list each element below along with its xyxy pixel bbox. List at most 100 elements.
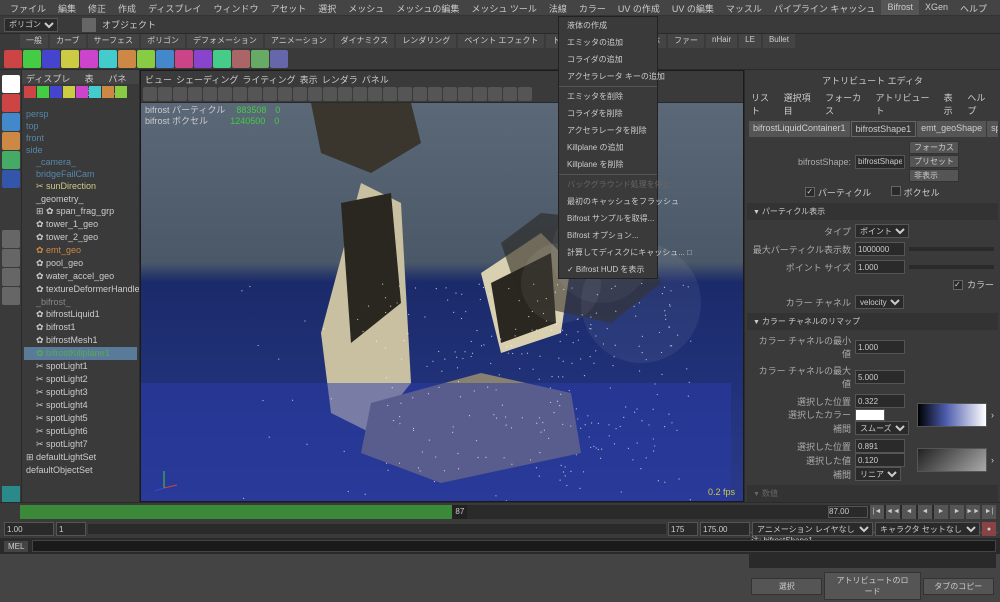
shelf-icon-12[interactable] <box>232 50 250 68</box>
outliner-tree[interactable]: persp top front side _camera_ bridgeFail… <box>22 106 139 478</box>
dropdown-item[interactable]: コライダの追加 <box>559 51 657 68</box>
node-tab-emt_geoShape[interactable]: emt_geoShape <box>917 121 986 137</box>
step-back-button[interactable]: ◄◄ <box>886 505 900 519</box>
dropdown-item[interactable]: 計算してディスクにキャッシュ... □ <box>559 244 657 261</box>
outliner-item-_geometry_[interactable]: _geometry_ <box>24 193 137 205</box>
ramp-arrow-icon[interactable]: › <box>991 410 994 420</box>
shelf-tab-LE[interactable]: LE <box>739 34 761 48</box>
manipulator-tool[interactable] <box>2 170 20 188</box>
shelf-tab-デフォメーション[interactable]: デフォメーション <box>187 34 263 48</box>
dropdown-item[interactable]: エミッタの追加 <box>559 34 657 51</box>
shelf-tab-ファー[interactable]: ファー <box>668 34 704 48</box>
menu-メッシュ ツール[interactable]: メッシュ ツール <box>465 0 543 15</box>
hide-button[interactable]: 非表示 <box>909 169 959 182</box>
shelf-tab-ダイナミクス[interactable]: ダイナミクス <box>335 34 395 48</box>
menu-法線[interactable]: 法線 <box>543 0 573 15</box>
vp-tool-16[interactable] <box>383 87 397 101</box>
attr-tab-表示[interactable]: 表示 <box>944 91 962 117</box>
layout-tool[interactable] <box>2 230 20 248</box>
sel-mode-icon[interactable] <box>82 18 96 32</box>
end-button[interactable]: ►| <box>982 505 996 519</box>
vp-menu-ビュー[interactable]: ビュー <box>145 73 172 83</box>
voxel-checkbox[interactable] <box>891 186 901 196</box>
shelf-icon-7[interactable] <box>137 50 155 68</box>
dropdown-item[interactable]: 液体の作成 <box>559 17 657 34</box>
type-select[interactable]: ポイント <box>855 224 909 238</box>
filter-icon-5[interactable] <box>89 86 101 98</box>
lasso-tool[interactable] <box>2 94 20 112</box>
scale-tool[interactable] <box>2 151 20 169</box>
dropdown-item[interactable]: コライダを削除 <box>559 105 657 122</box>
vp-tool-4[interactable] <box>203 87 217 101</box>
autokey-icon[interactable]: ● <box>982 522 996 536</box>
interp1-select[interactable]: スムーズ <box>855 421 909 435</box>
copy-tab-button[interactable]: タブのコピー <box>923 578 994 595</box>
vp-tool-11[interactable] <box>308 87 322 101</box>
value-ramp[interactable] <box>917 448 987 472</box>
move-tool[interactable] <box>2 113 20 131</box>
playback-end-field[interactable] <box>668 522 698 536</box>
layout-tool-2[interactable] <box>2 249 20 267</box>
outliner-item-spotLight6[interactable]: ✂ spotLight6 <box>24 425 137 438</box>
outliner-item-bifrostMesh1[interactable]: ✿ bifrostMesh1 <box>24 334 137 347</box>
interp2-select[interactable]: リニア <box>855 467 901 481</box>
vp-tool-2[interactable] <box>173 87 187 101</box>
outliner-item-span_frag_grp[interactable]: ⊞ ✿ span_frag_grp <box>24 205 137 218</box>
vp-tool-25[interactable] <box>518 87 532 101</box>
vp-tool-9[interactable] <box>278 87 292 101</box>
vp-tool-12[interactable] <box>323 87 337 101</box>
outliner-item-tower_2_geo[interactable]: ✿ tower_2_geo <box>24 231 137 244</box>
shelf-icon-3[interactable] <box>61 50 79 68</box>
vp-menu-ライティング[interactable]: ライティング <box>242 73 295 83</box>
shelf-icon-5[interactable] <box>99 50 117 68</box>
notes-field[interactable] <box>749 550 996 568</box>
vp-tool-10[interactable] <box>293 87 307 101</box>
shelf-icon-1[interactable] <box>23 50 41 68</box>
outliner-item-spotLight5[interactable]: ✂ spotLight5 <box>24 412 137 425</box>
shelf-icon-11[interactable] <box>213 50 231 68</box>
outliner-item-spotLight2[interactable]: ✂ spotLight2 <box>24 373 137 386</box>
dropdown-item[interactable]: Killplane の追加 <box>559 139 657 156</box>
select-tool[interactable] <box>2 75 20 93</box>
color-ramp[interactable] <box>917 403 987 427</box>
menu-ファイル[interactable]: ファイル <box>4 0 52 15</box>
dropdown-item[interactable]: Bifrost オプション... <box>559 227 657 244</box>
mode-select[interactable]: ポリゴン <box>4 18 58 32</box>
playback-start-field[interactable] <box>56 522 86 536</box>
node-tab-bifrostShape1[interactable]: bifrostShape1 <box>851 121 917 137</box>
vp-tool-5[interactable] <box>218 87 232 101</box>
outliner-item-emt_geo[interactable]: ✿ emt_geo <box>24 244 137 257</box>
shelf-tab-nHair[interactable]: nHair <box>706 34 737 48</box>
menu-マッスル[interactable]: マッスル <box>720 0 768 15</box>
outliner-item-bifrostKillplane1[interactable]: ✿ bifrostKillplane1 <box>24 347 137 360</box>
vp-tool-24[interactable] <box>503 87 517 101</box>
menu-ディスプレイ[interactable]: ディスプレイ <box>142 0 207 15</box>
shelf-tab-Bullet[interactable]: Bullet <box>763 34 795 48</box>
pos2-field[interactable] <box>855 439 905 453</box>
menu-XGen[interactable]: XGen <box>919 0 954 15</box>
menu-カラー[interactable]: カラー <box>573 0 612 15</box>
filter-icon-7[interactable] <box>115 86 127 98</box>
color-checkbox[interactable] <box>953 280 963 290</box>
filter-icon-6[interactable] <box>102 86 114 98</box>
outliner-item-tower_1_geo[interactable]: ✿ tower_1_geo <box>24 218 137 231</box>
outliner-item-front[interactable]: front <box>24 132 137 144</box>
layout-tool-4[interactable] <box>2 287 20 305</box>
filter-icon-0[interactable] <box>24 86 36 98</box>
shelf-icon-0[interactable] <box>4 50 22 68</box>
outliner-item-_camera_[interactable]: _camera_ <box>24 156 137 168</box>
char-set-select[interactable]: キャラクタ セットなし <box>875 522 980 536</box>
shelf-tab-カーブ[interactable]: カーブ <box>50 34 86 48</box>
time-track[interactable]: 87 <box>20 505 940 519</box>
shelf-icon-9[interactable] <box>175 50 193 68</box>
size-slider[interactable] <box>909 265 994 269</box>
outliner-item-sunDirection[interactable]: ✂ sunDirection <box>24 180 137 193</box>
vp-tool-13[interactable] <box>338 87 352 101</box>
attr-tab-フォーカス[interactable]: フォーカス <box>825 91 869 117</box>
layout-tool-3[interactable] <box>2 268 20 286</box>
rotate-tool[interactable] <box>2 132 20 150</box>
menu-ヘルプ[interactable]: ヘルプ <box>954 0 993 15</box>
dropdown-item[interactable]: 最初のキャッシュをフラッシュ <box>559 193 657 210</box>
outliner-item-persp[interactable]: persp <box>24 108 137 120</box>
attr-tab-選択項目[interactable]: 選択項目 <box>784 91 820 117</box>
